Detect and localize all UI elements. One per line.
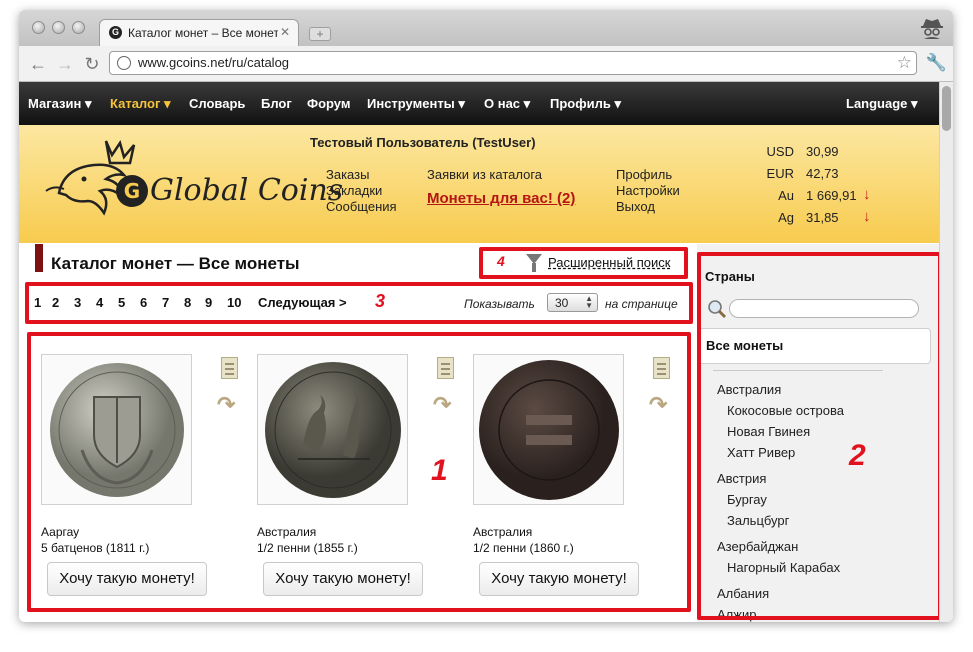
stepper-arrows-icon[interactable]: ▲ ▼ bbox=[585, 295, 593, 310]
flip-coin-icon[interactable]: ↷ bbox=[649, 392, 667, 418]
menu-shop[interactable]: Магазин ▾ bbox=[28, 96, 91, 112]
coin-name[interactable]: 1/2 пенни (1860 г.) bbox=[473, 541, 574, 555]
description-icon[interactable] bbox=[437, 357, 454, 379]
menu-dictionary[interactable]: Словарь bbox=[189, 96, 245, 111]
link-catalog-requests[interactable]: Заявки из каталога bbox=[427, 167, 542, 182]
want-coin-button[interactable]: Хочу такую монету! bbox=[479, 562, 639, 596]
coin-name[interactable]: 5 батценов (1811 г.) bbox=[41, 541, 149, 555]
menu-about[interactable]: О нас ▾ bbox=[484, 96, 530, 112]
annotation-number-1: 1 bbox=[431, 454, 448, 487]
page-link-3[interactable]: 3 bbox=[74, 295, 81, 310]
coin-country[interactable]: Австралия bbox=[257, 525, 316, 539]
annotation-number-2: 2 bbox=[849, 439, 866, 472]
url-text: www.gcoins.net/ru/catalog bbox=[138, 55, 290, 70]
description-icon[interactable] bbox=[653, 357, 670, 379]
rate-usd-label: USD bbox=[766, 144, 794, 159]
back-icon[interactable]: ← bbox=[27, 53, 49, 75]
rate-au-value: 1 669,91 bbox=[806, 188, 857, 203]
page-link-10[interactable]: 10 bbox=[227, 295, 241, 310]
wrench-menu-icon[interactable]: 🔧 bbox=[926, 53, 947, 73]
annotation-number-3: 3 bbox=[375, 291, 386, 311]
rate-eur-label: EUR bbox=[766, 166, 794, 181]
menu-language[interactable]: Language ▾ bbox=[846, 96, 918, 112]
coin-image-1[interactable] bbox=[41, 354, 192, 505]
menu-profile[interactable]: Профиль ▾ bbox=[550, 96, 621, 112]
forward-icon[interactable]: → bbox=[54, 53, 76, 75]
page-info-icon[interactable] bbox=[117, 56, 131, 70]
bookmark-star-icon[interactable]: ☆ bbox=[897, 53, 912, 73]
address-bar[interactable]: www.gcoins.net/ru/catalog ☆ bbox=[109, 51, 917, 75]
g-logo-icon: G bbox=[116, 175, 148, 207]
page-link-8[interactable]: 8 bbox=[184, 295, 191, 310]
page-link-9[interactable]: 9 bbox=[205, 295, 212, 310]
browser-toolbar: ← → ↻ www.gcoins.net/ru/catalog ☆ 🔧 bbox=[19, 46, 953, 82]
tab-close-icon[interactable]: ✕ bbox=[280, 25, 290, 39]
link-messages[interactable]: Сообщения bbox=[326, 199, 397, 214]
minimize-window-button[interactable] bbox=[52, 21, 65, 34]
want-coin-button[interactable]: Хочу такую монету! bbox=[263, 562, 423, 596]
link-profile[interactable]: Профиль bbox=[616, 167, 672, 182]
zoom-window-button[interactable] bbox=[72, 21, 85, 34]
page-link-4[interactable]: 4 bbox=[96, 295, 103, 310]
site-menu-bar: Магазин ▾ Каталог ▾ Словарь Блог Форум И… bbox=[19, 82, 939, 125]
vertical-scrollbar[interactable] bbox=[939, 82, 953, 622]
browser-tab[interactable]: G Каталог монет – Все монеты ✕ bbox=[99, 19, 299, 46]
annotation-box-2 bbox=[697, 252, 942, 620]
menu-blog[interactable]: Блог bbox=[261, 96, 292, 111]
rate-eur-value: 42,73 bbox=[806, 166, 839, 181]
rate-au-down-icon: ↓ bbox=[863, 186, 871, 203]
page-title: Каталог монет — Все монеты bbox=[51, 254, 300, 273]
want-coin-button[interactable]: Хочу такую монету! bbox=[47, 562, 207, 596]
rate-usd-value: 30,99 bbox=[806, 144, 839, 159]
advanced-search-link[interactable]: Расширенный поиск bbox=[548, 255, 670, 270]
menu-tools[interactable]: Инструменты ▾ bbox=[367, 96, 465, 112]
reload-icon[interactable]: ↻ bbox=[81, 53, 103, 75]
browser-window: G Каталог монет – Все монеты ✕ + ← → ↻ w… bbox=[19, 10, 953, 622]
description-icon[interactable] bbox=[221, 357, 238, 379]
title-marker bbox=[35, 244, 43, 272]
rate-ag-value: 31,85 bbox=[806, 210, 839, 225]
scrollbar-thumb[interactable] bbox=[942, 86, 951, 131]
rate-au-label: Au bbox=[778, 188, 794, 203]
link-logout[interactable]: Выход bbox=[616, 199, 655, 214]
page-link-7[interactable]: 7 bbox=[162, 295, 169, 310]
coin-name[interactable]: 1/2 пенни (1855 г.) bbox=[257, 541, 358, 555]
user-name: Тестовый Пользователь (TestUser) bbox=[310, 135, 536, 150]
per-page-suffix: на странице bbox=[605, 297, 678, 311]
link-orders[interactable]: Заказы bbox=[326, 167, 369, 182]
per-page-value: 30 bbox=[555, 296, 569, 310]
show-label: Показывать bbox=[464, 297, 535, 311]
page-link-5[interactable]: 5 bbox=[118, 295, 125, 310]
tab-bar: G Каталог монет – Все монеты ✕ + bbox=[19, 10, 953, 46]
annotation-number-4: 4 bbox=[497, 253, 505, 269]
menu-forum[interactable]: Форум bbox=[307, 96, 350, 111]
flip-coin-icon[interactable]: ↷ bbox=[217, 392, 235, 418]
link-settings[interactable]: Настройки bbox=[616, 183, 680, 198]
close-window-button[interactable] bbox=[32, 21, 45, 34]
filter-icon-stem bbox=[532, 263, 536, 272]
coin-country[interactable]: Австралия bbox=[473, 525, 532, 539]
per-page-stepper[interactable]: 30 ▲ ▼ bbox=[547, 293, 598, 312]
new-tab-button[interactable]: + bbox=[309, 27, 331, 41]
page-link-1[interactable]: 1 bbox=[34, 295, 41, 310]
menu-catalog[interactable]: Каталог ▾ bbox=[110, 96, 171, 112]
site-header: G Global Coins Тестовый Пользователь (Te… bbox=[19, 125, 939, 243]
coin-image-3[interactable] bbox=[473, 354, 624, 505]
link-bookmarks[interactable]: Закладки bbox=[326, 183, 382, 198]
rate-ag-down-icon: ↓ bbox=[863, 208, 871, 225]
flip-coin-icon[interactable]: ↷ bbox=[433, 392, 451, 418]
coin-country[interactable]: Ааргау bbox=[41, 525, 79, 539]
page-link-6[interactable]: 6 bbox=[140, 295, 147, 310]
tab-title: Каталог монет – Все монеты bbox=[128, 26, 278, 40]
incognito-icon bbox=[921, 19, 943, 39]
rate-ag-label: Ag bbox=[778, 210, 794, 225]
site-favicon-icon: G bbox=[109, 26, 122, 39]
page-link-2[interactable]: 2 bbox=[52, 295, 59, 310]
svg-text:G: G bbox=[124, 179, 140, 203]
next-page-link[interactable]: Следующая > bbox=[258, 295, 347, 310]
coin-image-2[interactable] bbox=[257, 354, 408, 505]
web-page: Магазин ▾ Каталог ▾ Словарь Блог Форум И… bbox=[19, 82, 953, 622]
site-logo-text[interactable]: Global Coins bbox=[150, 173, 343, 208]
link-coins-for-you[interactable]: Монеты для вас! (2) bbox=[427, 190, 575, 207]
